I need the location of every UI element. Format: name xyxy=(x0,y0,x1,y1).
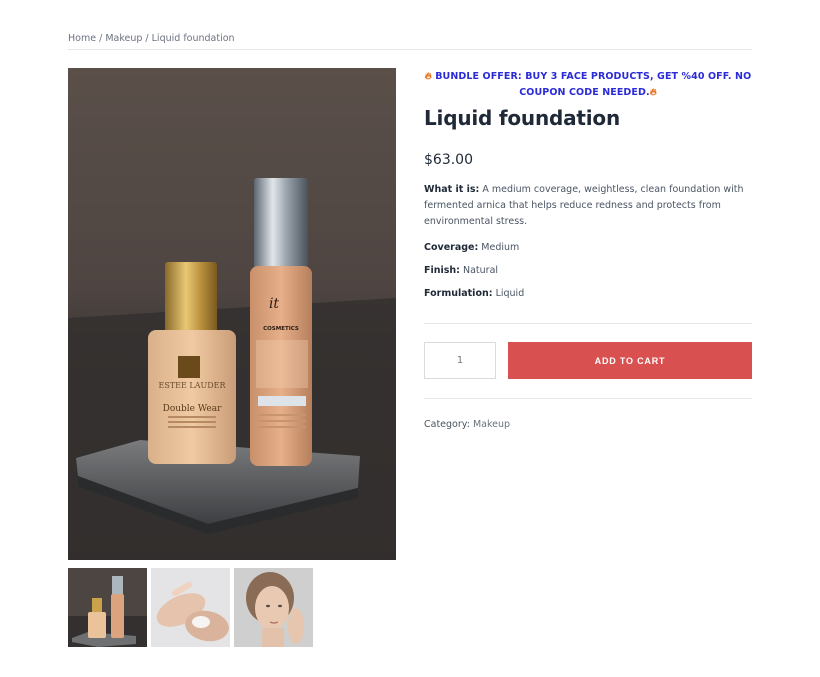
fire-icon: 🔥︎ xyxy=(424,71,432,82)
coverage-value: Medium xyxy=(478,242,520,253)
product-main-image[interactable]: ESTEE LAUDER Double Wear it COSMETICS xyxy=(68,68,396,560)
product-title: Liquid foundation xyxy=(424,106,621,130)
thumbnail-foundation[interactable] xyxy=(68,568,147,647)
category-link[interactable]: Makeup xyxy=(473,419,510,430)
breadcrumb-current: Liquid foundation xyxy=(151,33,235,44)
breadcrumb-home[interactable]: Home xyxy=(68,33,96,44)
thumbnail-woman-face[interactable] xyxy=(234,568,313,647)
breadcrumb-divider xyxy=(68,49,752,50)
add-to-cart-form: 1 ADD TO CART xyxy=(424,342,752,379)
formulation-label: Formulation: xyxy=(424,288,493,299)
formulation-attribute: Formulation: Liquid xyxy=(424,288,752,299)
fire-icon: 🔥︎ xyxy=(649,87,657,98)
breadcrumb: Home / Makeup / Liquid foundation xyxy=(68,33,235,44)
bottle-label-lauder: ESTEE LAUDER xyxy=(159,381,227,390)
bottle-label-cosmetics: COSMETICS xyxy=(263,326,299,332)
coverage-attribute: Coverage: Medium xyxy=(424,242,752,253)
coverage-label: Coverage: xyxy=(424,242,479,253)
what-it-is-label: What it is: xyxy=(424,184,480,195)
breadcrumb-separator: / xyxy=(142,33,152,44)
bottle-label-it: it xyxy=(269,296,279,312)
bundle-offer-text: BUNDLE OFFER: BUY 3 FACE PRODUCTS, GET %… xyxy=(435,71,752,98)
divider xyxy=(424,398,752,399)
breadcrumb-category[interactable]: Makeup xyxy=(105,33,142,44)
bottle-label-doublewear: Double Wear xyxy=(163,404,222,414)
category-label: Category: xyxy=(424,419,473,430)
formulation-value: Liquid xyxy=(492,288,525,299)
thumbnail-gallery xyxy=(68,568,313,647)
breadcrumb-separator: / xyxy=(96,33,106,44)
finish-attribute: Finish: Natural xyxy=(424,265,752,276)
bundle-offer-banner: 🔥︎ BUNDLE OFFER: BUY 3 FACE PRODUCTS, GE… xyxy=(424,69,752,101)
add-to-cart-button[interactable]: ADD TO CART xyxy=(508,342,752,379)
divider xyxy=(424,323,752,324)
product-summary: 🔥︎ BUNDLE OFFER: BUY 3 FACE PRODUCTS, GE… xyxy=(424,68,752,299)
thumbnail-hands-cream[interactable] xyxy=(151,568,230,647)
quantity-input[interactable]: 1 xyxy=(424,342,496,379)
finish-value: Natural xyxy=(459,265,499,276)
product-description: What it is: A medium coverage, weightles… xyxy=(424,182,752,230)
finish-label: Finish: xyxy=(424,265,460,276)
product-price: $63.00 xyxy=(424,152,473,168)
product-category: Category: Makeup xyxy=(424,419,510,430)
